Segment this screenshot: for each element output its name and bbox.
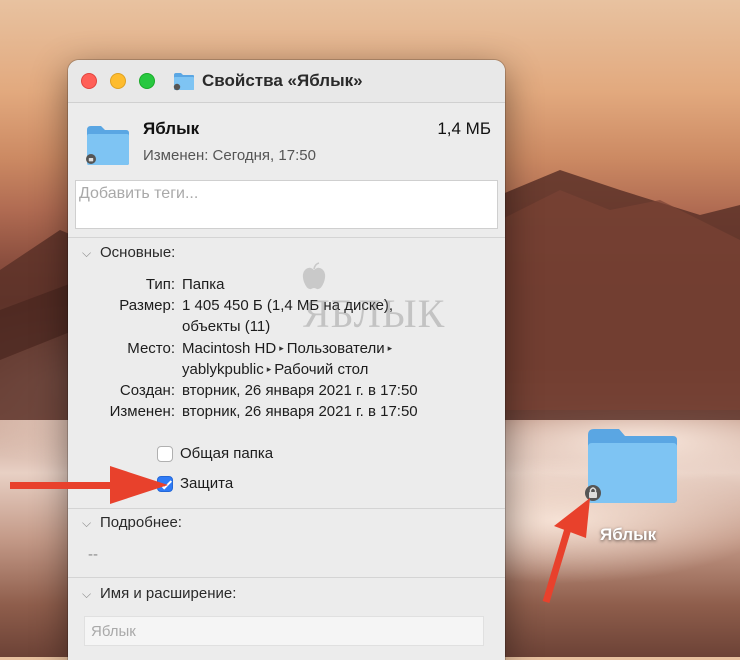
folder-icon (173, 73, 194, 91)
path-arrow-icon: ▸ (266, 364, 272, 374)
folder-icon (86, 126, 129, 165)
divider (68, 577, 505, 578)
path-segment[interactable]: Пользователи (287, 340, 385, 357)
title-bar[interactable]: Свойства «Яблык» (68, 60, 505, 103)
section-general-heading: Основные: (100, 244, 176, 261)
row-label: Тип: (145, 276, 175, 293)
section-more-info-toggle[interactable]: ⌵ Подробнее: (82, 514, 182, 531)
path-arrow-icon: ▸ (387, 343, 393, 353)
chevron-down-icon: ⌵ (82, 587, 92, 601)
path-segment[interactable]: Macintosh HD (182, 340, 276, 357)
desktop-folder-label[interactable]: Яблык (600, 525, 656, 545)
tags-field[interactable]: Добавить теги... (75, 180, 498, 229)
section-name-extension-heading: Имя и расширение: (100, 585, 237, 602)
section-more-info-heading: Подробнее: (100, 514, 182, 531)
more-info-value: -- (88, 546, 98, 563)
watermark: ЯБЛЫК (303, 291, 446, 336)
section-general-toggle[interactable]: ⌵ Основные: (82, 244, 175, 261)
name-extension-field[interactable]: Яблык (84, 616, 484, 646)
zoom-button[interactable] (139, 73, 155, 89)
row-value: yablykpublic ▸ Рабочий стол (182, 361, 368, 378)
window-title: Свойства «Яблык» (202, 71, 363, 90)
annotation-arrow-icon (10, 466, 168, 504)
path-arrow-icon: ▸ (279, 343, 284, 353)
divider (68, 508, 505, 509)
shared-folder-checkbox[interactable] (157, 446, 173, 462)
minimize-button[interactable] (110, 73, 126, 89)
divider (68, 237, 505, 238)
locked-label[interactable]: Защита (180, 475, 233, 492)
row-label: Размер: (119, 297, 175, 314)
chevron-down-icon: ⌵ (82, 246, 92, 260)
info-row-modified: Изменен: вторник, 26 января 2021 г. в 17… (68, 403, 505, 423)
row-value: Macintosh HD ▸ Пользователи ▸ (182, 340, 395, 357)
row-value: вторник, 26 января 2021 г. в 17:50 (182, 382, 418, 399)
modified-summary: Изменен: Сегодня, 17:50 (143, 147, 316, 164)
info-row-location: Место: Macintosh HD ▸ Пользователи ▸ (68, 340, 505, 360)
annotation-arrow-icon (542, 498, 590, 604)
row-value: объекты (11) (182, 318, 271, 335)
row-value: Папка (182, 276, 225, 293)
row-label: Место: (127, 340, 175, 357)
close-button[interactable] (81, 73, 97, 89)
path-segment[interactable]: yablykpublic (182, 361, 264, 378)
row-value: вторник, 26 января 2021 г. в 17:50 (182, 403, 418, 420)
info-window: Свойства «Яблык» Яблык 1,4 МБ Изменен: С… (68, 60, 505, 660)
info-row-location-cont: yablykpublic ▸ Рабочий стол (68, 361, 505, 381)
row-label: Создан: (119, 382, 175, 399)
path-segment[interactable]: Рабочий стол (274, 361, 368, 378)
chevron-down-icon: ⌵ (82, 516, 92, 530)
section-name-extension-toggle[interactable]: ⌵ Имя и расширение: (82, 585, 236, 602)
apple-logo-icon (302, 262, 326, 290)
folder-size: 1,4 МБ (437, 119, 491, 138)
info-row-created: Создан: вторник, 26 января 2021 г. в 17:… (68, 382, 505, 402)
row-label: Изменен: (109, 403, 175, 420)
shared-folder-label[interactable]: Общая папка (180, 445, 273, 462)
folder-name: Яблык (143, 119, 200, 138)
